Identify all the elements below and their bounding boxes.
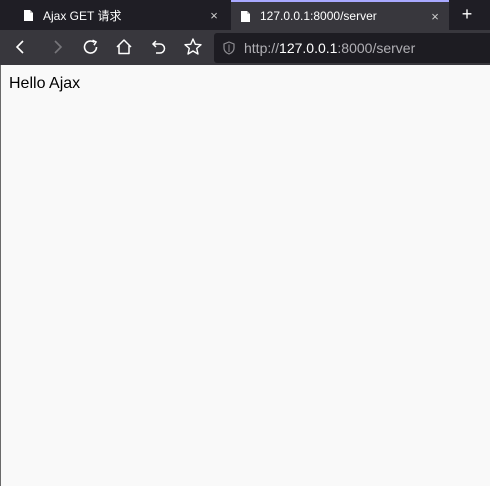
url-scheme: http://	[244, 40, 280, 56]
back-icon	[15, 40, 24, 54]
document-icon	[24, 9, 33, 21]
tab-close-icon[interactable]: ×	[208, 8, 220, 23]
url-host: 127.0.0.1	[279, 40, 338, 56]
new-tab-button[interactable]: +	[456, 3, 478, 25]
tab-close-icon[interactable]: ×	[429, 9, 441, 24]
home-icon	[116, 39, 132, 55]
page-content: Hello Ajax	[0, 65, 490, 486]
url-path: :8000/server	[337, 40, 416, 56]
home-button[interactable]	[111, 34, 137, 60]
document-icon	[241, 10, 250, 22]
back-button[interactable]	[8, 34, 34, 60]
navigation-toolbar: http://127.0.0.1:8000/server	[0, 30, 490, 65]
shield-icon[interactable]	[222, 41, 236, 55]
tab-title: 127.0.0.1:8000/server	[260, 9, 377, 23]
page-body-text: Hello Ajax	[9, 75, 81, 92]
reload-button[interactable]	[78, 34, 104, 60]
browser-window: Ajax GET 请求 × 127.0.0.1:8000/server × +	[0, 0, 490, 486]
url-text[interactable]: http://127.0.0.1:8000/server	[244, 40, 415, 56]
tab-server[interactable]: 127.0.0.1:8000/server ×	[231, 0, 449, 30]
star-icon	[184, 38, 202, 55]
reload-icon	[83, 39, 98, 54]
forward-icon	[54, 40, 63, 54]
tab-ajax-get[interactable]: Ajax GET 请求 ×	[0, 0, 229, 30]
bookmark-button[interactable]	[180, 34, 206, 60]
undo-button[interactable]	[146, 34, 172, 60]
forward-button[interactable]	[44, 34, 70, 60]
undo-icon	[151, 40, 166, 54]
tab-title: Ajax GET 请求	[43, 8, 122, 23]
url-bar[interactable]: http://127.0.0.1:8000/server	[214, 33, 490, 63]
tab-strip: Ajax GET 请求 × 127.0.0.1:8000/server × +	[0, 0, 490, 30]
